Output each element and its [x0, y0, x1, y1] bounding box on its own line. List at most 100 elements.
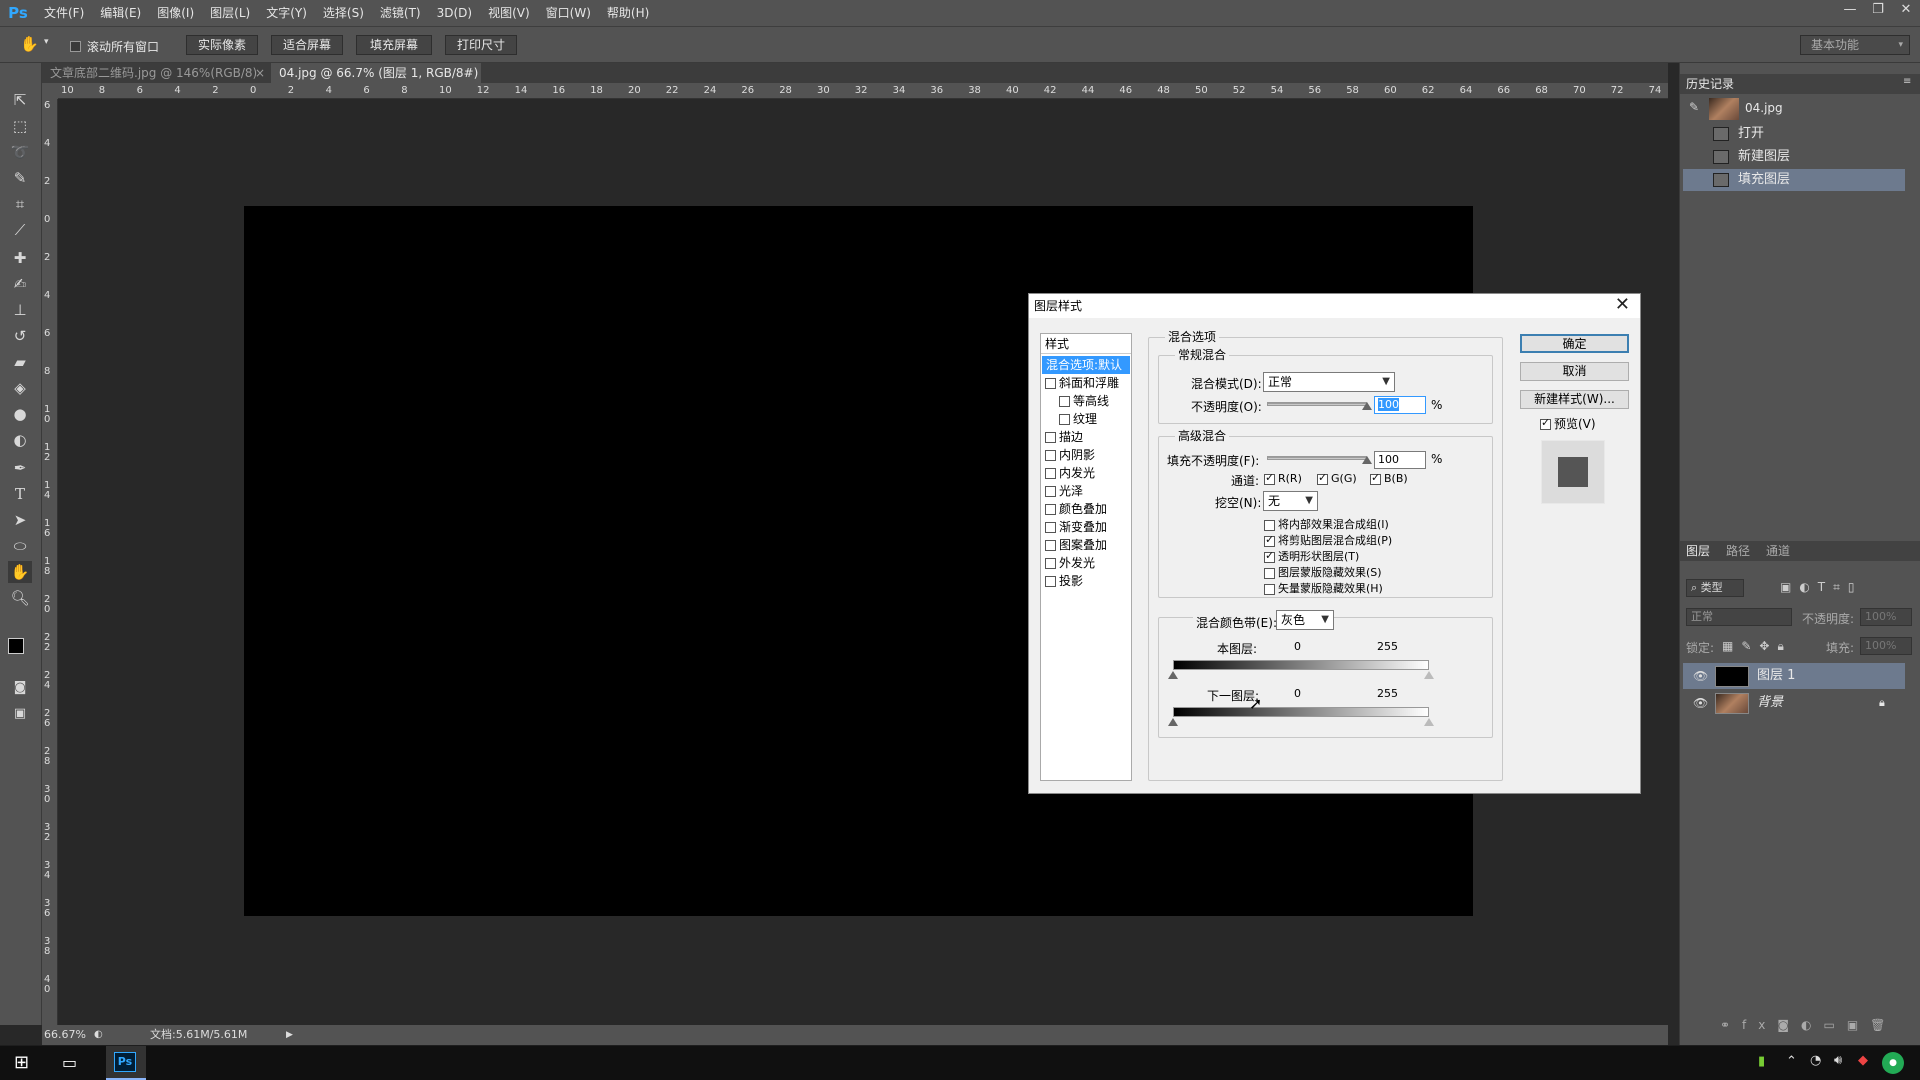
advanced-checkbox[interactable]: 图层蒙版隐藏效果(S) — [1264, 564, 1382, 580]
task-view-icon[interactable]: ▭ — [62, 1053, 77, 1072]
blend-if-select[interactable]: 灰色 ▼ — [1276, 610, 1334, 630]
fill-opacity-input[interactable]: 100 — [1374, 451, 1426, 469]
channel-checkbox[interactable]: R(R) — [1264, 471, 1302, 485]
tab-channels[interactable]: 通道 — [1766, 541, 1790, 561]
advanced-checkbox[interactable]: 矢量蒙版隐藏效果(H) — [1264, 580, 1383, 596]
preview-checkbox[interactable]: 预览(V) — [1540, 415, 1596, 432]
screen-mode-icon[interactable]: ▣ — [8, 703, 32, 725]
volume-icon[interactable]: 🔊︎ — [1834, 1053, 1842, 1068]
style-item[interactable]: 颜色叠加 — [1045, 500, 1107, 518]
tab-paths[interactable]: 路径 — [1726, 541, 1750, 561]
zoom-level[interactable]: 66.67% — [44, 1025, 86, 1045]
tool-preset-chevron-icon[interactable]: ▾ — [44, 37, 49, 47]
menu-item-0[interactable]: 文件(F) — [36, 0, 92, 26]
layer-filter-select[interactable]: ⌕ 类型 — [1686, 579, 1744, 597]
eye-icon[interactable]: 👁︎ — [1693, 690, 1708, 716]
fill-opacity-slider[interactable] — [1267, 456, 1367, 460]
style-checkbox[interactable] — [1045, 486, 1056, 497]
foreground-color-swatch[interactable] — [8, 638, 24, 654]
style-checkbox[interactable] — [1045, 504, 1056, 515]
layer-filter-icons[interactable]: ▣◐T⌗▯ — [1780, 580, 1863, 595]
history-item[interactable]: 填充图层 — [1683, 169, 1905, 191]
minimize-icon[interactable]: — — [1836, 0, 1864, 26]
advanced-checkbox[interactable]: 透明形状图层(T) — [1264, 548, 1359, 564]
new-style-button[interactable]: 新建样式(W)... — [1520, 390, 1629, 409]
blend-mode-select[interactable]: 正常 ▼ — [1263, 372, 1395, 392]
menu-item-9[interactable]: 窗口(W) — [538, 0, 599, 26]
history-item[interactable]: 打开 — [1683, 123, 1905, 145]
lock-icons[interactable]: ▦✎✥🔒︎ — [1722, 639, 1792, 654]
blur-tool-icon[interactable]: ● — [8, 403, 32, 425]
history-snapshot[interactable]: ✎ 04.jpg — [1683, 96, 1905, 122]
type-tool-icon[interactable]: T — [8, 483, 32, 505]
style-checkbox[interactable] — [1045, 468, 1056, 479]
menu-item-3[interactable]: 图层(L) — [202, 0, 258, 26]
fill-screen-button[interactable]: 填充屏幕 — [356, 35, 432, 55]
opacity-slider[interactable] — [1267, 402, 1367, 406]
path-select-tool-icon[interactable]: ➤ — [8, 509, 32, 531]
underlying-white-handle[interactable] — [1424, 718, 1434, 726]
restore-icon[interactable]: ❐ — [1864, 0, 1892, 26]
lasso-tool-icon[interactable]: ➰ — [8, 141, 32, 163]
brush-tool-icon[interactable]: ✍ — [8, 273, 32, 295]
style-item[interactable]: 描边 — [1045, 428, 1083, 446]
doc-tab-qrcode[interactable]: 文章底部二维码.jpg @ 146%(RGB/8) × — [42, 63, 271, 83]
dodge-tool-icon[interactable]: ◐ — [8, 429, 32, 451]
style-item[interactable]: 纹理 — [1059, 410, 1097, 428]
menu-item-2[interactable]: 图像(I) — [149, 0, 202, 26]
marquee-tool-icon[interactable]: ⬚ — [8, 115, 32, 137]
scroll-all-checkbox[interactable] — [70, 39, 81, 53]
style-item[interactable]: 内阴影 — [1045, 446, 1095, 464]
move-tool-icon[interactable]: ⇱ — [8, 89, 32, 111]
layer-opacity-field[interactable]: 100% — [1860, 608, 1912, 626]
style-checkbox[interactable] — [1045, 378, 1056, 389]
style-checkbox[interactable] — [1059, 414, 1070, 425]
tray-app-icon[interactable]: ◆ — [1858, 1053, 1868, 1068]
layer-blend-mode-select[interactable]: 正常 — [1686, 608, 1792, 626]
shape-tool-icon[interactable]: ⬭ — [8, 535, 32, 557]
dialog-close-icon[interactable]: ✕ — [1615, 294, 1630, 316]
fit-screen-button[interactable]: 适合屏幕 — [271, 35, 343, 55]
network-icon[interactable]: ◔ — [1810, 1053, 1821, 1068]
close-tab-icon[interactable]: × — [255, 63, 265, 83]
style-checkbox[interactable] — [1045, 558, 1056, 569]
tray-circle-icon[interactable]: ● — [1882, 1052, 1904, 1074]
paint-bucket-tool-icon[interactable]: ◈ — [8, 377, 32, 399]
style-item[interactable]: 外发光 — [1045, 554, 1095, 572]
quick-select-tool-icon[interactable]: ✎ — [8, 167, 32, 189]
advanced-checkbox[interactable]: 将剪贴图层混合成组(P) — [1264, 532, 1392, 548]
eye-icon[interactable]: 👁︎ — [1693, 663, 1708, 689]
style-checkbox[interactable] — [1045, 576, 1056, 587]
advanced-checkbox[interactable]: 将内部效果混合成组(I) — [1264, 516, 1389, 532]
zoom-tool-icon[interactable]: 🔍︎ — [8, 587, 32, 609]
panel-menu-icon[interactable]: ≡ — [1903, 76, 1911, 87]
history-item[interactable]: 新建图层 — [1683, 146, 1905, 168]
styles-header[interactable]: 样式 — [1041, 334, 1131, 354]
close-icon[interactable]: ✕ — [1892, 0, 1920, 26]
channel-checkbox[interactable]: G(G) — [1317, 471, 1357, 485]
menu-item-6[interactable]: 滤镜(T) — [372, 0, 429, 26]
print-size-button[interactable]: 打印尺寸 — [445, 35, 517, 55]
underlying-black-handle[interactable] — [1168, 718, 1178, 726]
knockout-select[interactable]: 无 ▼ — [1263, 491, 1318, 511]
style-item[interactable]: 斜面和浮雕 — [1045, 374, 1119, 392]
doc-tab-04[interactable]: 04.jpg @ 66.7% (图层 1, RGB/8#) * × — [271, 63, 481, 100]
menu-item-4[interactable]: 文字(Y) — [258, 0, 315, 26]
fill-opacity-slider-handle[interactable] — [1362, 456, 1372, 464]
stamp-tool-icon[interactable]: ⊥ — [8, 299, 32, 321]
eraser-tool-icon[interactable]: ▰ — [8, 351, 32, 373]
pen-tool-icon[interactable]: ✒ — [8, 457, 32, 479]
history-brush-tool-icon[interactable]: ↺ — [8, 325, 32, 347]
style-item[interactable]: 光泽 — [1045, 482, 1083, 500]
menu-item-8[interactable]: 视图(V) — [480, 0, 538, 26]
quick-mask-icon[interactable]: ◙ — [8, 677, 32, 699]
status-menu-arrow-icon[interactable]: ▶ — [286, 1025, 293, 1045]
layer-row[interactable]: 👁︎ 🔒︎ 背景 — [1683, 690, 1905, 716]
actual-pixels-button[interactable]: 实际像素 — [186, 35, 258, 55]
layer-fill-field[interactable]: 100% — [1860, 637, 1912, 655]
layer-actions-icons[interactable]: ⚭fx◙◐▭▣🗑︎ — [1720, 1018, 1897, 1032]
style-item[interactable]: 内发光 — [1045, 464, 1095, 482]
channel-checkbox[interactable]: B(B) — [1370, 471, 1408, 485]
style-checkbox[interactable] — [1045, 522, 1056, 533]
style-checkbox[interactable] — [1045, 540, 1056, 551]
